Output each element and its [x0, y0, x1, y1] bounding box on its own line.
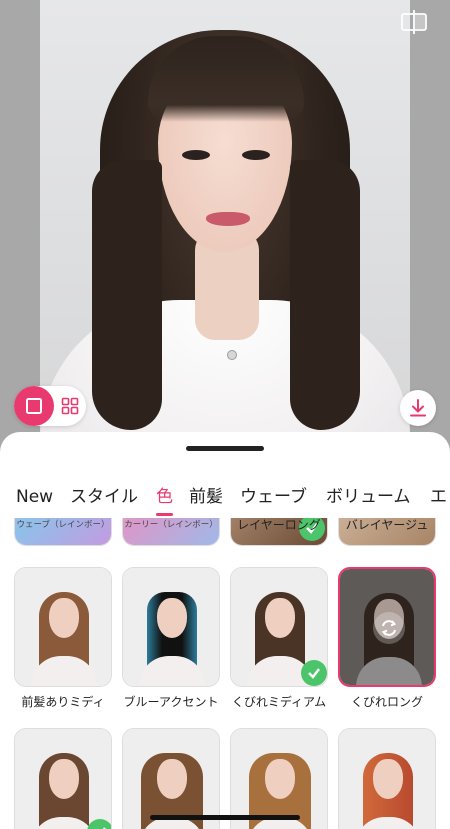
style-grid: ウェーブ（レインボー） カーリー（レインボー） レイヤーロング バレイヤージュ: [0, 518, 450, 829]
split-compare-icon[interactable]: [399, 8, 429, 36]
active-tab-underline: [156, 513, 173, 516]
style-label: くびれミディアム: [231, 695, 327, 709]
lips: [206, 212, 250, 226]
style-card[interactable]: [122, 728, 220, 829]
applied-check-icon: [301, 660, 327, 686]
style-label: カーリー（レインボー）: [124, 520, 218, 530]
style-card[interactable]: [230, 728, 328, 829]
portrait-photo: [40, 0, 410, 460]
square-icon: [26, 398, 42, 414]
hair-right: [290, 160, 360, 430]
left-eye: [182, 150, 210, 160]
photo-preview: [0, 0, 450, 460]
download-button[interactable]: [400, 390, 436, 426]
refresh-icon[interactable]: [373, 612, 405, 644]
hair-left: [92, 160, 162, 430]
style-label: くびれロング: [350, 695, 423, 709]
style-card-kubire-medium[interactable]: [230, 567, 328, 687]
view-mode-toggle: [14, 386, 86, 426]
style-label: レイヤーロング: [237, 518, 321, 532]
grid-view-button[interactable]: [54, 386, 86, 426]
tab-color[interactable]: 色: [156, 482, 173, 518]
style-card-blue-accent[interactable]: [122, 567, 220, 687]
tab-style[interactable]: スタイル: [70, 482, 138, 518]
style-label: 前髪ありミディ: [21, 695, 105, 709]
category-tabs: New スタイル 色 前髪 ウェーブ ボリューム エ: [0, 482, 450, 518]
necklace-pendant: [227, 350, 237, 360]
style-card[interactable]: [338, 728, 436, 829]
single-view-button[interactable]: [14, 386, 54, 426]
grid-icon: [61, 397, 79, 415]
style-label: ブルーアクセント: [123, 695, 219, 709]
style-bottom-sheet: New スタイル 色 前髪 ウェーブ ボリューム エ ウェーブ（レインボー） カ…: [0, 432, 450, 829]
tab-bangs[interactable]: 前髪: [189, 482, 223, 518]
style-card[interactable]: [14, 728, 112, 829]
style-card-kubire-long[interactable]: [338, 567, 436, 687]
style-card-bangs-midi[interactable]: [14, 567, 112, 687]
home-indicator: [150, 815, 300, 820]
sheet-grabber[interactable]: [186, 446, 264, 451]
right-eye: [242, 150, 270, 160]
download-icon: [410, 399, 426, 417]
tab-new[interactable]: New: [16, 482, 53, 518]
tab-volume[interactable]: ボリューム: [326, 482, 411, 518]
style-label: ウェーブ（レインボー）: [16, 520, 110, 530]
tab-more[interactable]: エ: [430, 482, 447, 518]
style-label: バレイヤージュ: [345, 518, 429, 532]
tab-wave[interactable]: ウェーブ: [240, 482, 307, 518]
